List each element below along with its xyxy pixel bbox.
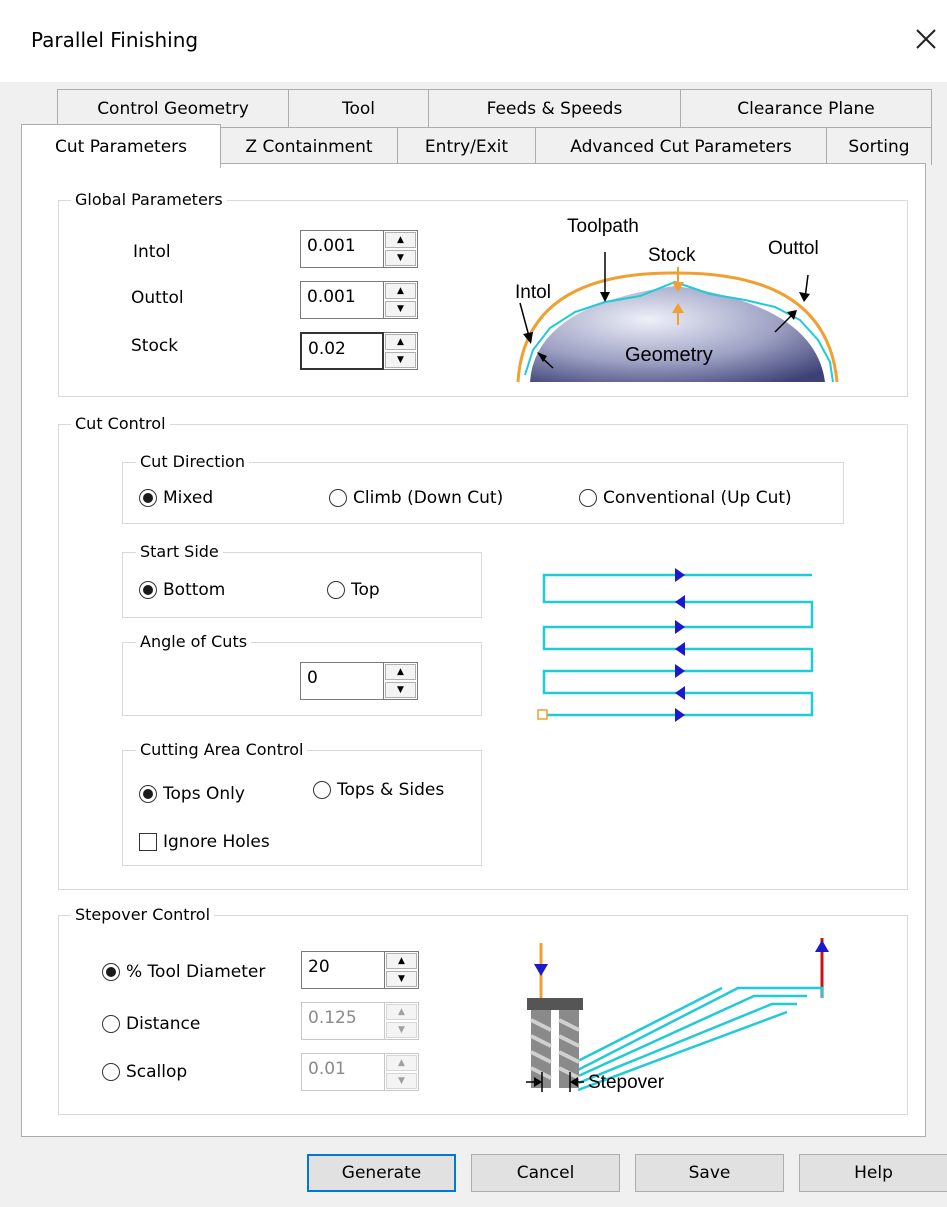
radio-mixed[interactable]: Mixed bbox=[139, 488, 213, 508]
tolerance-diagram: Toolpath Stock Outtol Intol Geometry bbox=[505, 210, 850, 390]
spin-down-icon[interactable]: ▼ bbox=[385, 301, 416, 317]
stepover-text: Stepover bbox=[588, 1072, 665, 1093]
tool-holder-2 bbox=[555, 998, 583, 1010]
checkbox-icon bbox=[139, 833, 157, 851]
stock-label: Stock bbox=[131, 336, 179, 356]
geometry-shape bbox=[530, 286, 825, 382]
tab-entry-exit[interactable]: Entry/Exit bbox=[397, 127, 536, 165]
start-point bbox=[537, 709, 548, 720]
radio-bottom[interactable]: Bottom bbox=[139, 580, 225, 600]
spin-up-icon[interactable]: ▲ bbox=[385, 334, 416, 350]
spin-down-icon: ▼ bbox=[386, 1022, 417, 1038]
tool-diameter-input[interactable]: 20 bbox=[301, 951, 385, 989]
radio-conventional[interactable]: Conventional (Up Cut) bbox=[579, 488, 792, 508]
cancel-button[interactable]: Cancel bbox=[471, 1154, 620, 1192]
intol-spinner: 0.001 ▲ ▼ bbox=[300, 230, 418, 268]
distance-input: 0.125 bbox=[301, 1002, 385, 1040]
tab-advanced-cut-parameters[interactable]: Advanced Cut Parameters bbox=[535, 127, 827, 165]
scallop-spinner: 0.01 ▲ ▼ bbox=[301, 1053, 419, 1091]
tool-holder-1 bbox=[527, 998, 555, 1010]
intol-input[interactable]: 0.001 bbox=[300, 230, 384, 268]
outtol-input[interactable]: 0.001 bbox=[300, 281, 384, 319]
radio-climb[interactable]: Climb (Down Cut) bbox=[329, 488, 503, 508]
spin-down-icon[interactable]: ▼ bbox=[385, 250, 416, 266]
angle-spinner: 0 ▲ ▼ bbox=[300, 662, 418, 700]
tab-cut-parameters[interactable]: Cut Parameters bbox=[21, 124, 221, 168]
outtol-spinner: 0.001 ▲ ▼ bbox=[300, 281, 418, 319]
geometry-text: Geometry bbox=[625, 344, 713, 366]
spin-up-icon[interactable]: ▲ bbox=[385, 283, 416, 299]
tab-z-containment[interactable]: Z Containment bbox=[220, 127, 398, 165]
radio-distance[interactable]: Distance bbox=[102, 1014, 200, 1034]
tab-tool[interactable]: Tool bbox=[288, 89, 429, 127]
cut-control-label: Cut Control bbox=[71, 414, 170, 433]
cutting-area-label: Cutting Area Control bbox=[136, 740, 308, 759]
radio-top[interactable]: Top bbox=[327, 580, 380, 600]
stock-text: Stock bbox=[648, 245, 696, 266]
intol-text: Intol bbox=[515, 282, 551, 303]
stepover-control-label: Stepover Control bbox=[71, 905, 215, 924]
generate-button[interactable]: Generate bbox=[307, 1154, 456, 1192]
radio-tops-sides[interactable]: Tops & Sides bbox=[313, 780, 444, 800]
outtol-label: Outtol bbox=[131, 288, 184, 308]
spin-down-icon[interactable]: ▼ bbox=[385, 682, 416, 698]
outtol-text: Outtol bbox=[768, 238, 819, 259]
save-button[interactable]: Save bbox=[635, 1154, 784, 1192]
intol-label: Intol bbox=[133, 242, 171, 262]
stock-spinner: 0.02 ▲ ▼ bbox=[300, 332, 418, 370]
stock-input[interactable]: 0.02 bbox=[300, 332, 384, 370]
tab-feeds-speeds[interactable]: Feeds & Speeds bbox=[428, 89, 681, 127]
spin-down-icon: ▼ bbox=[386, 1073, 417, 1089]
spin-up-icon[interactable]: ▲ bbox=[385, 232, 416, 248]
global-parameters-label: Global Parameters bbox=[71, 190, 227, 209]
radio-scallop[interactable]: Scallop bbox=[102, 1062, 187, 1082]
spin-up-icon[interactable]: ▲ bbox=[386, 953, 417, 969]
help-button[interactable]: Help bbox=[799, 1154, 947, 1192]
tab-sorting[interactable]: Sorting bbox=[826, 127, 932, 165]
scallop-input: 0.01 bbox=[301, 1053, 385, 1091]
tool-diameter-spinner: 20 ▲ ▼ bbox=[301, 951, 419, 989]
spin-up-icon: ▲ bbox=[386, 1055, 417, 1071]
close-icon[interactable] bbox=[905, 18, 947, 60]
cut-direction-label: Cut Direction bbox=[136, 452, 249, 471]
radio-tops-only[interactable]: Tops Only bbox=[139, 784, 245, 804]
ignore-holes-checkbox[interactable]: Ignore Holes bbox=[139, 832, 270, 852]
distance-spinner: 0.125 ▲ ▼ bbox=[301, 1002, 419, 1040]
tab-control-geometry[interactable]: Control Geometry bbox=[57, 89, 289, 127]
stepover-diagram: Stepover bbox=[512, 928, 832, 1100]
spin-up-icon: ▲ bbox=[386, 1004, 417, 1020]
toolpath-text: Toolpath bbox=[567, 216, 639, 237]
window-title: Parallel Finishing bbox=[31, 28, 199, 52]
parallel-toolpath-diagram bbox=[530, 560, 825, 730]
angle-of-cuts-label: Angle of Cuts bbox=[136, 632, 252, 651]
spin-down-icon[interactable]: ▼ bbox=[385, 352, 416, 368]
tab-clearance-plane[interactable]: Clearance Plane bbox=[680, 89, 932, 127]
start-side-label: Start Side bbox=[136, 542, 223, 561]
radio-tool-diameter[interactable]: % Tool Diameter bbox=[102, 962, 265, 982]
spin-down-icon[interactable]: ▼ bbox=[386, 971, 417, 987]
spin-up-icon[interactable]: ▲ bbox=[385, 664, 416, 680]
angle-input[interactable]: 0 bbox=[300, 662, 384, 700]
